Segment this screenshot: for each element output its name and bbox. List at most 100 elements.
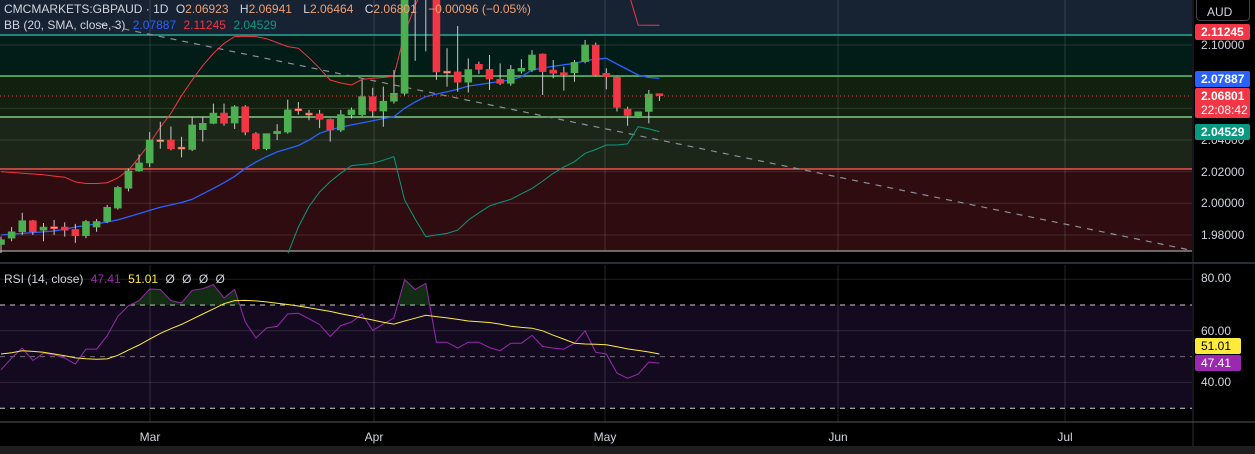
rsi-tick: 40.00 — [1201, 375, 1232, 389]
bb-label[interactable]: BB (20, SMA, close, 3) — [4, 18, 125, 32]
rsi-ma-tag: 51.01 — [1195, 338, 1241, 354]
currency-button[interactable]: AUD — [1196, 0, 1250, 21]
candle-body — [623, 108, 632, 116]
rsi-extra-value: Ø — [198, 272, 209, 286]
candle-body — [167, 139, 175, 149]
date-label: Jun — [828, 430, 848, 444]
chart-canvas[interactable] — [0, 0, 1255, 454]
high-value: 2.06941 — [248, 2, 292, 16]
candle-body — [645, 93, 653, 112]
candle-body — [177, 146, 186, 150]
rsi-pane[interactable] — [0, 265, 1192, 422]
candle-body — [50, 226, 58, 230]
rsi-legend[interactable]: RSI (14, close) 47.41 51.01 Ø Ø Ø Ø — [4, 272, 229, 286]
bottom-toolbar — [0, 446, 1255, 454]
ohlc-high: H2.06941 — [240, 2, 296, 16]
rsi-extra-value: Ø — [182, 272, 192, 286]
rsi-label[interactable]: RSI (14, close) — [4, 272, 83, 286]
candle-body — [294, 108, 303, 112]
rsi-extra-value: Ø — [165, 272, 175, 286]
candle-body — [528, 54, 536, 71]
candle-body — [124, 170, 133, 189]
candle-body — [252, 133, 260, 149]
candle-body — [390, 92, 398, 102]
candle-body — [220, 112, 228, 124]
candle-body — [0, 239, 5, 245]
candle-body — [517, 67, 526, 72]
symbol-legend[interactable]: CMCMARKETS:GBPAUD · 1D O2.06923 H2.06941… — [4, 2, 535, 16]
candle-body — [188, 124, 196, 150]
bar-countdown: 22:08:42 — [1201, 103, 1248, 117]
candle-body — [145, 139, 154, 164]
candle-body — [92, 221, 101, 228]
candle-body — [156, 139, 165, 142]
candle-body — [581, 44, 589, 62]
rsi-tick: 80.00 — [1201, 271, 1232, 285]
candle-body — [114, 187, 122, 209]
candle-body — [103, 206, 111, 222]
candle-body — [549, 69, 558, 74]
price-pane[interactable] — [0, 0, 1192, 314]
candle-body — [326, 119, 335, 131]
candle-body — [135, 162, 143, 172]
date-label: Apr — [364, 430, 384, 444]
candle-body — [475, 64, 483, 70]
open-value: 2.06923 — [185, 2, 229, 16]
bb-basis-value: 2.07887 — [132, 18, 177, 32]
rsi-value: 47.41 — [90, 272, 121, 286]
candle-body — [337, 114, 345, 131]
candle-body — [464, 69, 473, 83]
candle-body — [570, 62, 579, 74]
candle-body — [209, 112, 218, 124]
price-tick: 1.98000 — [1201, 228, 1245, 242]
candle-body — [315, 113, 324, 120]
rsi-tick: 60.00 — [1201, 324, 1232, 338]
candle-body — [7, 231, 16, 239]
candle-body — [379, 100, 388, 112]
ohlc-low: L2.06464 — [303, 2, 357, 16]
candle-body — [39, 226, 48, 231]
rsi-ma-value: 51.01 — [128, 272, 159, 286]
last-price-tag: 2.06801 22:08:42 — [1195, 88, 1250, 118]
price-tick: 2.02000 — [1201, 165, 1245, 179]
low-label: L — [303, 2, 310, 16]
candle-body — [18, 220, 27, 233]
date-label: Jul — [1057, 430, 1073, 444]
candle-body — [496, 79, 504, 84]
candle-body — [443, 70, 451, 74]
bb-legend[interactable]: BB (20, SMA, close, 3) 2.07887 2.11245 2… — [4, 18, 281, 32]
candle-body — [347, 109, 356, 115]
price-tick: 2.10000 — [1201, 38, 1245, 52]
symbol-title[interactable]: CMCMARKETS:GBPAUD · 1D — [4, 2, 168, 16]
candle-body — [591, 44, 600, 76]
ohlc-close: C2.06801 — [365, 2, 421, 16]
candle-body — [71, 229, 80, 237]
close-value: 2.06801 — [373, 2, 417, 16]
candle-body — [262, 133, 271, 149]
date-label: Mar — [139, 430, 161, 444]
candle-body — [602, 73, 611, 77]
candle-body — [230, 106, 239, 124]
candle-body — [485, 69, 494, 80]
bb-basis-price-tag: 2.07887 — [1195, 71, 1250, 87]
candle-body — [198, 123, 207, 130]
candle-body — [241, 106, 250, 133]
zone-red — [0, 169, 1192, 251]
candle-body — [358, 96, 366, 115]
bb-lower-value: 2.04529 — [233, 18, 277, 32]
rsi-tag: 47.41 — [1195, 355, 1241, 371]
high-label: H — [239, 2, 249, 16]
candle-body — [560, 72, 568, 76]
price-tick: 2.00000 — [1201, 196, 1245, 210]
low-value: 2.06464 — [309, 2, 354, 16]
candle-body — [506, 69, 515, 84]
candle-body — [305, 112, 313, 116]
zone-green — [0, 117, 1192, 169]
candle-body — [368, 96, 377, 112]
candle-body — [538, 53, 547, 72]
candle-body — [655, 93, 664, 97]
candle-body — [273, 130, 281, 134]
change-value: −0.00096 (−0.05%) — [428, 2, 531, 16]
candle-body — [283, 109, 292, 133]
candle-body — [82, 221, 90, 237]
